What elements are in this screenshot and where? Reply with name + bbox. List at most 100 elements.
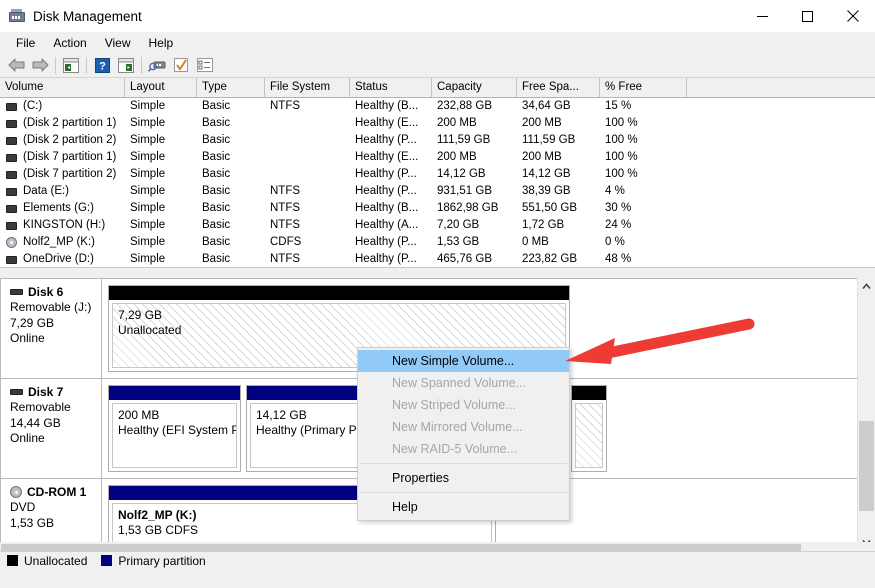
back-arrow-icon[interactable] <box>4 54 28 76</box>
pct-cell: 15 % <box>600 98 687 115</box>
table-row[interactable]: (Disk 2 partition 1)SimpleBasicHealthy (… <box>0 115 875 132</box>
capacity-cell: 7,20 GB <box>432 217 517 234</box>
disk-kind: Removable (J:) <box>10 300 101 316</box>
minimize-button[interactable] <box>740 0 785 32</box>
column-header-free-space[interactable]: Free Spa... <box>517 78 600 97</box>
partition-block[interactable] <box>571 385 607 472</box>
free-cell: 0 MB <box>517 234 600 251</box>
disk-info-panel[interactable]: Disk 7Removable14,44 GBOnline <box>1 379 102 478</box>
type-cell: Basic <box>197 115 265 132</box>
status-cell: Healthy (P... <box>350 166 432 183</box>
fs-cell: NTFS <box>265 251 350 268</box>
free-cell: 34,64 GB <box>517 98 600 115</box>
table-row[interactable]: (Disk 7 partition 1)SimpleBasicHealthy (… <box>0 149 875 166</box>
table-row[interactable]: (Disk 7 partition 2)SimpleBasicHealthy (… <box>0 166 875 183</box>
maximize-button[interactable] <box>785 0 830 32</box>
column-header-status[interactable]: Status <box>350 78 432 97</box>
volume-cell: (Disk 7 partition 1) <box>0 149 125 166</box>
volume-list[interactable]: Volume Layout Type File System Status Ca… <box>0 78 875 268</box>
pct-cell: 48 % <box>600 251 687 268</box>
pct-cell: 4 % <box>600 183 687 200</box>
properties-icon[interactable] <box>169 54 193 76</box>
show-hide-console-tree-icon[interactable] <box>59 54 83 76</box>
partition-color-bar <box>572 386 606 400</box>
table-row[interactable]: Nolf2_MP (K:)SimpleBasicCDFSHealthy (P..… <box>0 234 875 251</box>
volume-cell: OneDrive (D:) <box>0 251 125 268</box>
partition-status: 1,53 GB CDFS <box>118 523 486 538</box>
disk-name: Disk 6 <box>28 285 63 299</box>
disk-management-icon <box>9 8 25 24</box>
free-cell: 1,72 GB <box>517 217 600 234</box>
volume-label: (Disk 2 partition 2) <box>23 132 116 149</box>
capacity-cell: 465,76 GB <box>432 251 517 268</box>
partition-size: 200 MB <box>118 408 231 423</box>
context-menu-item: New Mirrored Volume... <box>358 416 569 438</box>
fs-cell: NTFS <box>265 98 350 115</box>
disk-info-panel[interactable]: Disk 6Removable (J:)7,29 GBOnline <box>1 279 102 378</box>
capacity-cell: 1,53 GB <box>432 234 517 251</box>
partition-size: 7,29 GB <box>118 308 560 323</box>
list-view-icon[interactable] <box>193 54 217 76</box>
column-header-type[interactable]: Type <box>197 78 265 97</box>
volume-cell: (Disk 2 partition 1) <box>0 115 125 132</box>
table-row[interactable]: (Disk 2 partition 2)SimpleBasicHealthy (… <box>0 132 875 149</box>
partition-block[interactable]: 200 MBHealthy (EFI System Pa <box>108 385 241 472</box>
capacity-cell: 931,51 GB <box>432 183 517 200</box>
context-menu-item: New Striped Volume... <box>358 394 569 416</box>
volume-label: OneDrive (D:) <box>23 251 94 268</box>
scroll-up-button[interactable] <box>858 278 875 295</box>
status-cell: Healthy (P... <box>350 251 432 268</box>
volume-label: Data (E:) <box>23 183 69 200</box>
column-header-percent-free[interactable]: % Free <box>600 78 687 97</box>
vertical-scrollbar-thumb[interactable] <box>859 421 874 511</box>
fs-cell: CDFS <box>265 234 350 251</box>
forward-arrow-icon[interactable] <box>28 54 52 76</box>
free-cell: 223,82 GB <box>517 251 600 268</box>
type-cell: Basic <box>197 217 265 234</box>
legend-swatch-unallocated <box>7 555 18 566</box>
table-row[interactable]: KINGSTON (H:)SimpleBasicNTFSHealthy (A..… <box>0 217 875 234</box>
menu-view[interactable]: View <box>96 34 140 52</box>
drive-icon <box>6 188 17 196</box>
disk-icon <box>10 289 23 295</box>
column-header-volume[interactable]: Volume <box>0 78 125 97</box>
context-menu-item[interactable]: New Simple Volume... <box>358 350 569 372</box>
help-icon[interactable]: ? <box>90 54 114 76</box>
partition-status: Unallocated <box>118 323 560 338</box>
vertical-scrollbar[interactable] <box>857 278 875 551</box>
context-menu[interactable]: New Simple Volume...New Spanned Volume..… <box>357 347 570 521</box>
layout-cell: Simple <box>125 132 197 149</box>
close-button[interactable] <box>830 0 875 32</box>
toolbar-separator <box>55 57 56 74</box>
context-menu-item[interactable]: Properties <box>358 467 569 489</box>
menu-action[interactable]: Action <box>44 34 95 52</box>
table-row[interactable]: (C:)SimpleBasicNTFSHealthy (B...232,88 G… <box>0 98 875 115</box>
menu-file[interactable]: File <box>7 34 44 52</box>
menu-bar: File Action View Help <box>0 32 875 53</box>
disk-state: Online <box>10 331 101 347</box>
context-menu-item[interactable]: Help <box>358 496 569 518</box>
drive-icon <box>6 222 17 230</box>
table-row[interactable]: Elements (G:)SimpleBasicNTFSHealthy (B..… <box>0 200 875 217</box>
table-row[interactable]: Data (E:)SimpleBasicNTFSHealthy (P...931… <box>0 183 875 200</box>
disk-size: 14,44 GB <box>10 416 101 432</box>
column-header-file-system[interactable]: File System <box>265 78 350 97</box>
volume-label: (Disk 7 partition 2) <box>23 166 116 183</box>
toolbar-separator <box>86 57 87 74</box>
show-hide-action-pane-icon[interactable] <box>114 54 138 76</box>
layout-cell: Simple <box>125 217 197 234</box>
vertical-scrollbar-track[interactable] <box>858 295 875 534</box>
table-row[interactable]: OneDrive (D:)SimpleBasicNTFSHealthy (P..… <box>0 251 875 268</box>
column-header-layout[interactable]: Layout <box>125 78 197 97</box>
menu-help[interactable]: Help <box>140 34 183 52</box>
disk-size: 1,53 GB <box>10 516 101 532</box>
partition-status: Healthy (EFI System Pa <box>118 423 231 438</box>
drive-icon <box>6 154 17 162</box>
layout-cell: Simple <box>125 183 197 200</box>
capacity-cell: 232,88 GB <box>432 98 517 115</box>
rescan-disks-icon[interactable] <box>145 54 169 76</box>
layout-cell: Simple <box>125 149 197 166</box>
column-header-capacity[interactable]: Capacity <box>432 78 517 97</box>
legend-label-primary-partition: Primary partition <box>118 554 205 568</box>
volume-cell: (C:) <box>0 98 125 115</box>
